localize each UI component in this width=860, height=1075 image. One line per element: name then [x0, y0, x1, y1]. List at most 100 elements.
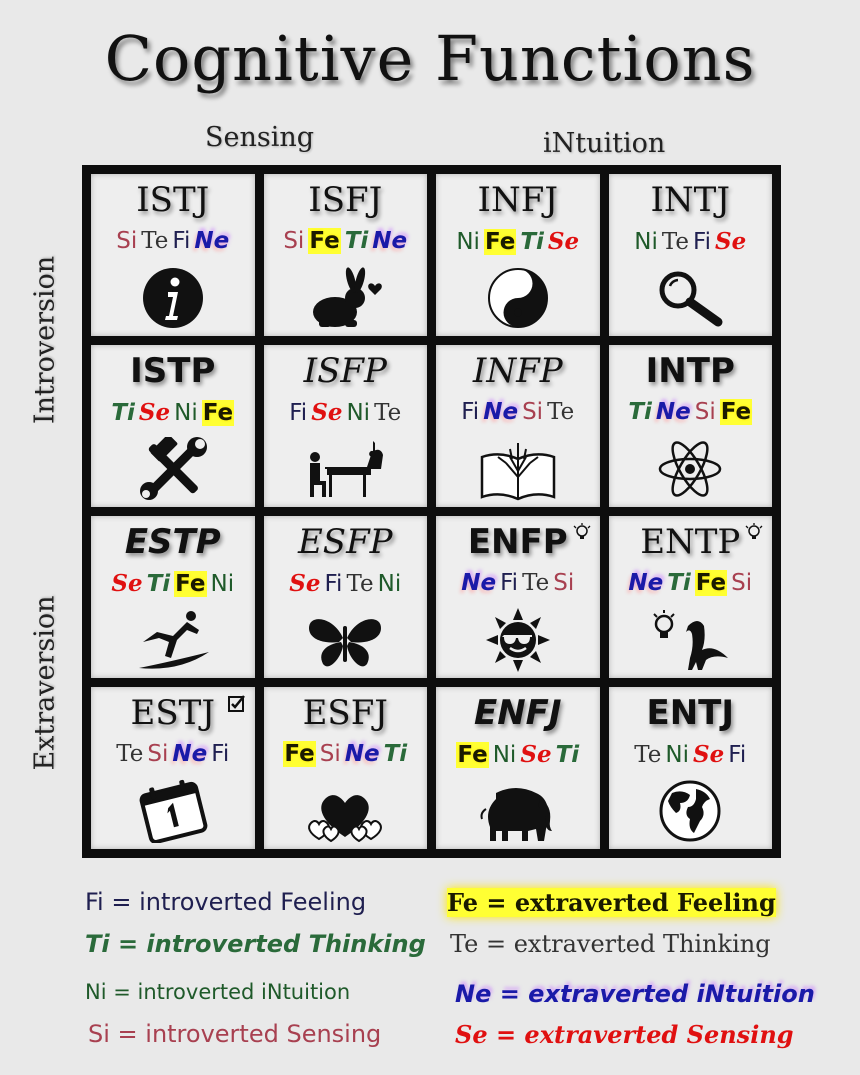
function-ne: Ne [655, 399, 691, 425]
function-si: Si [116, 228, 138, 254]
calendar-icon [133, 779, 213, 843]
function-si: Si [319, 741, 341, 767]
cell-infp: INFP Fi Ne Si Te [436, 345, 600, 507]
function-fi: Fi [172, 228, 191, 254]
function-stack: Ni Te Fi Se [609, 228, 773, 255]
cell-entp: ENTP Ne Ti Fe Si [608, 516, 772, 678]
column-header-intuition: iNtuition [543, 128, 666, 159]
function-fi: Fi [461, 399, 480, 425]
function-ni: Ni [665, 742, 690, 768]
cell-isfj: ISFJ Si Fe Ti Ne [263, 174, 428, 336]
type-label: ISFJ [308, 180, 383, 220]
function-stack: Fe Si Ne Ti [264, 741, 428, 767]
atom-icon [650, 437, 730, 501]
function-fi: Fi [728, 742, 747, 768]
function-ni: Ni [346, 400, 371, 426]
cell-istj: ISTJ Si Te Fi Ne [91, 174, 255, 336]
function-ti: Ti [667, 570, 691, 596]
cell-infj: INFJ Ni Fe Ti Se [436, 174, 600, 336]
function-si: Si [694, 399, 716, 425]
function-fe: Fe [483, 229, 517, 255]
function-se: Se [111, 570, 143, 597]
function-fi: Fi [211, 741, 230, 767]
butterfly-icon [305, 608, 385, 672]
function-te: Te [547, 399, 575, 425]
function-si: Si [147, 741, 169, 767]
legend-ti: Ti = introverted Thinking [85, 930, 426, 958]
function-stack: Ti Se Ni Fe [91, 399, 255, 426]
function-se: Se [714, 228, 747, 255]
row-header-extraversion: Extraversion [29, 595, 61, 771]
function-fe: Fe [719, 399, 753, 425]
lightbulb-seamonster-icon [650, 608, 730, 672]
type-grid: ISTJ Si Te Fi Ne ISFJ Si Fe Ti Ne INFJ Ni Fe Ti Se INTJ… [82, 165, 781, 858]
function-stack: Fe Ni Se Ti [436, 741, 600, 768]
function-ni: Ni [210, 571, 235, 597]
lightbulb-icon [744, 522, 764, 542]
checkbox-icon [227, 693, 247, 713]
function-fe: Fe [201, 400, 235, 426]
function-stack: Ne Fi Te Si [436, 570, 600, 596]
function-te: Te [634, 742, 662, 768]
type-label: ESFJ [302, 693, 388, 733]
function-te: Te [346, 571, 374, 597]
function-fi: Fi [324, 571, 343, 597]
info-icon [133, 266, 213, 330]
surfer-icon [133, 608, 213, 672]
legend-se: Se = extraverted Sensing [455, 1020, 794, 1049]
cell-estp: ESTP Se Ti Fe Ni [91, 516, 255, 678]
function-ti: Ti [628, 399, 652, 425]
function-se: Se [520, 741, 552, 768]
cell-esfp: ESFP Se Fi Te Ni [263, 516, 428, 678]
cell-istp: ISTP Ti Se Ni Fe [91, 345, 255, 507]
function-stack: Si Te Fi Ne [91, 228, 255, 254]
type-label: INTJ [650, 180, 731, 220]
legend-fi: Fi = introverted Feeling [85, 888, 367, 916]
function-si: Si [553, 570, 575, 596]
function-ti: Ti [555, 742, 580, 768]
pianist-icon [305, 437, 385, 501]
book-tree-icon [478, 437, 558, 501]
function-fe: Fe [694, 570, 728, 596]
function-ne: Ne [483, 399, 519, 425]
function-te: Te [661, 229, 690, 255]
function-fe: Fe [283, 741, 316, 767]
globe-icon [650, 779, 730, 843]
function-stack: Se Ti Fe Ni [91, 570, 255, 597]
function-ti: Ti [146, 571, 171, 597]
function-stack: Si Fe Ti Ne [264, 228, 428, 254]
type-label: ESTP [124, 522, 221, 562]
function-stack: Fi Se Ni Te [264, 399, 428, 426]
function-se: Se [138, 399, 171, 426]
function-te: Te [522, 570, 550, 596]
function-ne: Ne [194, 228, 230, 254]
function-te: Te [141, 228, 169, 254]
function-ti: Ti [344, 228, 369, 254]
function-ni: Ni [492, 742, 517, 768]
lightbulb-icon [572, 522, 592, 542]
function-stack: Se Fi Te Ni [264, 570, 428, 597]
cell-intp: INTP Ti Ne Si Fe [608, 345, 773, 507]
function-si: Si [283, 228, 305, 254]
yin-yang-icon [478, 266, 558, 330]
type-label: INTP [645, 351, 735, 391]
row-header-introversion: Introversion [29, 255, 61, 425]
function-ne: Ne [461, 570, 497, 596]
cell-esfj: ESFJ Fe Si Ne Ti [263, 687, 428, 849]
function-si: Si [522, 399, 544, 425]
function-si: Si [731, 570, 753, 596]
legend-ne: Ne = extraverted iNtuition [455, 980, 815, 1008]
cell-entj: ENTJ Te Ni Se Fi [608, 687, 772, 849]
function-stack: Ti Ne Si Fe [609, 399, 773, 425]
type-label: INFJ [477, 180, 558, 220]
function-ne: Ne [172, 741, 208, 767]
function-te: Te [374, 400, 402, 426]
function-fi: Fi [693, 229, 711, 255]
cell-intj: INTJ Ni Te Fi Se [608, 174, 773, 336]
type-label: ENTJ [646, 693, 735, 733]
function-ti: Ti [111, 400, 135, 426]
elephant-icon [478, 779, 558, 843]
function-stack: Ni Fe Ti Se [436, 228, 600, 255]
function-stack: Fi Ne Si Te [436, 399, 600, 425]
function-fe: Fe [308, 228, 341, 254]
